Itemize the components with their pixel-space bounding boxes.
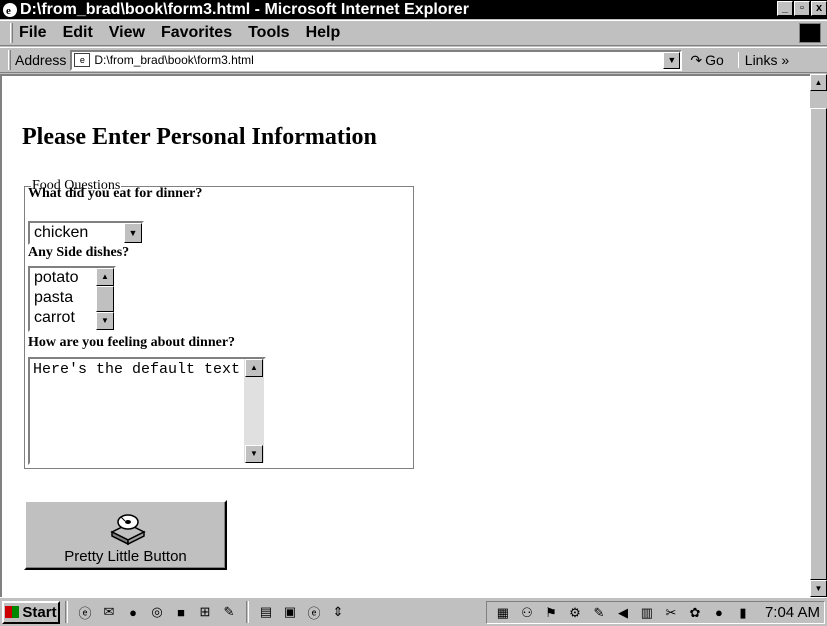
menu-help[interactable]: Help xyxy=(306,24,341,42)
speaker-icon[interactable]: ◀ xyxy=(614,604,632,622)
tray-icon[interactable]: ▦ xyxy=(494,604,512,622)
tray-icon[interactable]: ✂ xyxy=(662,604,680,622)
food-questions-fieldset: Food Questions What did you eat for dinn… xyxy=(24,178,414,469)
menu-file[interactable]: File xyxy=(19,24,47,42)
menu-tools[interactable]: Tools xyxy=(248,24,289,42)
scroll-thumb[interactable] xyxy=(810,108,827,580)
system-tray: ▦ ⚇ ⚑ ⚙ ✎ ◀ ▥ ✂ ✿ ● ▮ 7:04 AM xyxy=(485,601,825,624)
chat-icon[interactable]: ● xyxy=(124,603,142,621)
textarea-scrollbar[interactable]: ▲ ▼ xyxy=(244,359,264,463)
scroll-thumb[interactable] xyxy=(96,286,114,312)
question-feeling-label: How are you feeling about dinner? xyxy=(28,335,236,350)
task-buttons: ▤ ▣ ⓔ ⇕ xyxy=(254,603,350,621)
close-button[interactable]: x xyxy=(811,1,827,16)
editor-task-icon[interactable]: ▤ xyxy=(257,603,275,621)
taskbar: Start ⓔ ✉ ● ◎ ■ ⊞ ✎ ▤ ▣ ⓔ ⇕ ▦ ⚇ ⚑ ⚙ ✎ ◀ … xyxy=(0,597,827,626)
menu-view[interactable]: View xyxy=(109,24,145,42)
page-icon: e xyxy=(74,53,91,67)
tray-icon[interactable]: ▥ xyxy=(638,604,656,622)
menu-favorites[interactable]: Favorites xyxy=(161,24,232,42)
windows-flag-icon xyxy=(5,606,20,618)
go-button[interactable]: ↷ Go xyxy=(690,52,723,69)
start-button[interactable]: Start xyxy=(2,600,60,624)
desktop-icon[interactable]: ■ xyxy=(172,603,190,621)
ie-icon: e xyxy=(3,2,17,17)
windows-logo-icon xyxy=(799,23,821,43)
window-scrollbar[interactable]: ▲ ▼ xyxy=(810,74,827,597)
address-dropdown-icon[interactable]: ▼ xyxy=(663,51,681,69)
button-label: Pretty Little Button xyxy=(64,548,187,565)
edit-icon[interactable]: ✎ xyxy=(220,603,238,621)
arrows-task-icon[interactable]: ⇕ xyxy=(329,603,347,621)
ie-launch-icon[interactable]: ⓔ xyxy=(76,603,94,621)
window-title: D:\from_brad\book\form3.html - Microsoft… xyxy=(20,0,469,18)
start-label: Start xyxy=(22,603,57,621)
menu-bar: File Edit View Favorites Tools Help xyxy=(0,20,827,46)
toolbar-grip[interactable] xyxy=(10,23,13,43)
tray-icon[interactable]: ● xyxy=(710,604,728,622)
svg-text:e: e xyxy=(6,5,11,17)
chevron-down-icon[interactable]: ▼ xyxy=(124,223,142,243)
toolbar-grip[interactable] xyxy=(8,50,11,70)
maximize-button[interactable]: ▫ xyxy=(794,1,810,16)
quick-launch: ⓔ ✉ ● ◎ ■ ⊞ ✎ xyxy=(73,603,241,621)
ie-task-icon[interactable]: ⓔ xyxy=(305,603,323,621)
tray-icon[interactable]: ✎ xyxy=(590,604,608,622)
side-dishes-listbox[interactable]: potato pasta carrot ▲ ▼ xyxy=(28,266,116,332)
explorer-task-icon[interactable]: ▣ xyxy=(281,603,299,621)
clock: 7:04 AM xyxy=(764,604,820,621)
go-arrow-icon: ↷ xyxy=(690,51,703,68)
tray-icon[interactable]: ⚑ xyxy=(542,604,560,622)
scroll-up-icon[interactable]: ▲ xyxy=(810,74,827,91)
mail-icon[interactable]: ✉ xyxy=(100,603,118,621)
links-button[interactable]: Links » xyxy=(737,52,789,68)
address-label: Address xyxy=(15,52,67,68)
taskbar-separator xyxy=(65,601,68,623)
question-dinner-label: What did you eat for dinner? xyxy=(28,186,203,201)
page-title: Please Enter Personal Information xyxy=(22,124,377,150)
minimize-button[interactable]: _ xyxy=(777,1,793,16)
address-input[interactable]: e D:\from_brad\book\form3.html ▼ xyxy=(70,49,683,71)
feeling-textarea[interactable]: Here's the default text ▲ ▼ xyxy=(28,357,266,465)
scroll-down-icon[interactable]: ▼ xyxy=(810,580,827,597)
address-url: D:\from_brad\book\form3.html xyxy=(94,53,254,67)
pretty-little-button[interactable]: Pretty Little Button xyxy=(24,500,227,570)
address-bar: Address e D:\from_brad\book\form3.html ▼… xyxy=(0,47,827,73)
go-label: Go xyxy=(705,52,724,68)
scroll-up-icon[interactable]: ▲ xyxy=(245,359,263,377)
media-icon[interactable]: ◎ xyxy=(148,603,166,621)
tray-icon[interactable]: ⚙ xyxy=(566,604,584,622)
scroll-up-icon[interactable]: ▲ xyxy=(96,268,114,286)
page-content: Please Enter Personal Information Food Q… xyxy=(0,74,810,597)
dinner-select[interactable]: chicken ▼ xyxy=(28,221,144,245)
scroll-down-icon[interactable]: ▼ xyxy=(245,445,263,463)
taskbar-separator xyxy=(246,601,249,623)
dinner-select-value: chicken xyxy=(34,224,89,241)
listbox-scrollbar[interactable]: ▲ ▼ xyxy=(96,268,114,330)
question-sides-label: Any Side dishes? xyxy=(28,245,130,260)
title-bar: e D:\from_brad\book\form3.html - Microso… xyxy=(0,0,827,19)
menu-edit[interactable]: Edit xyxy=(63,24,93,42)
tray-icon[interactable]: ✿ xyxy=(686,604,704,622)
network-icon[interactable]: ⊞ xyxy=(196,603,214,621)
scroll-down-icon[interactable]: ▼ xyxy=(96,312,114,330)
textarea-content: Here's the default text xyxy=(33,361,241,378)
cd-drive-icon xyxy=(110,514,146,546)
tray-icon[interactable]: ▮ xyxy=(734,604,752,622)
tray-icon[interactable]: ⚇ xyxy=(518,604,536,622)
